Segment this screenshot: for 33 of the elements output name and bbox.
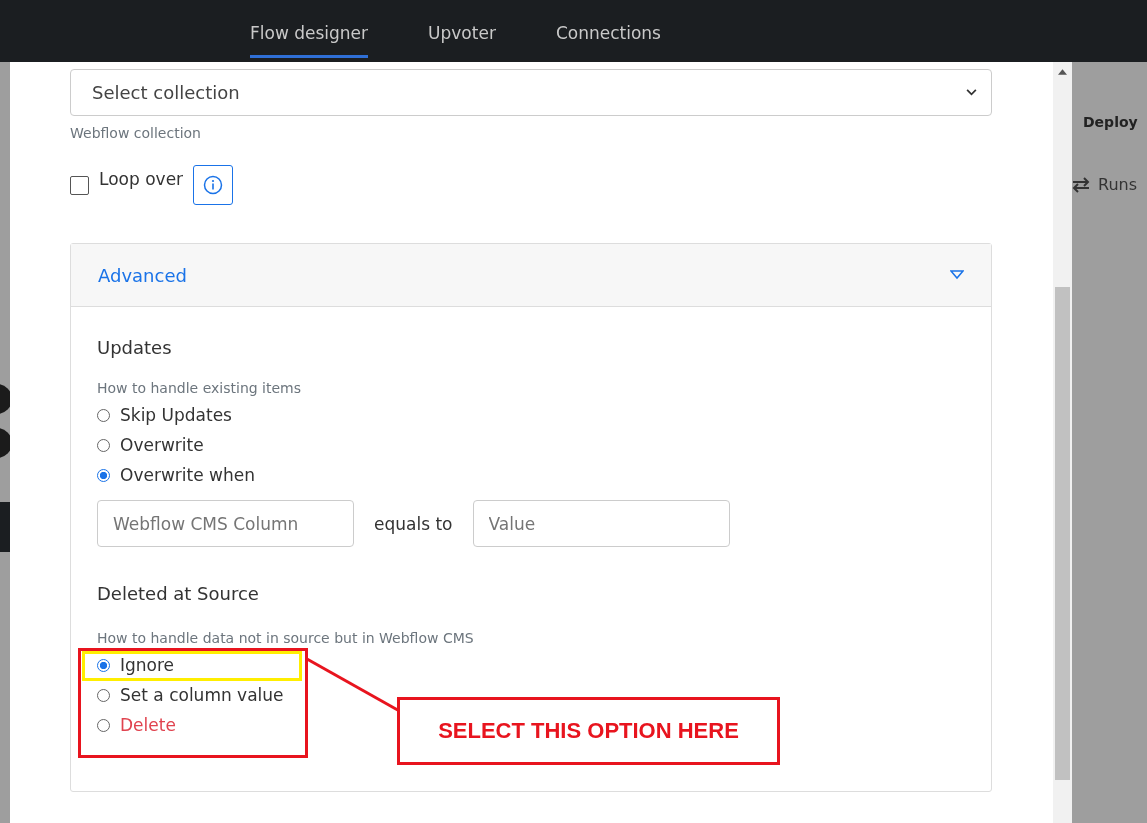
field-hint: How to handle data not in source but in Webflow CMS — [97, 630, 475, 646]
radio-option[interactable]: Overwrite when — [97, 460, 255, 490]
radio-option[interactable]: Delete — [97, 710, 176, 740]
info-button[interactable] — [193, 165, 234, 205]
radio-option[interactable]: Set a column value — [97, 680, 284, 710]
triangle-down-icon — [950, 270, 964, 280]
info-icon — [203, 175, 224, 195]
dark-bar — [0, 502, 10, 552]
collection-select[interactable]: Select collection — [70, 69, 992, 116]
scrollbar[interactable] — [1053, 62, 1072, 823]
connector-text: equals to — [374, 513, 453, 534]
scroll-up-icon[interactable] — [1058, 69, 1067, 75]
deploy-button[interactable]: Deploy — [1083, 114, 1147, 130]
radio-option[interactable]: Ignore — [97, 650, 175, 680]
scrollbar-thumb[interactable] — [1055, 287, 1070, 780]
annotation-callout: SELECT THIS OPTION HERE — [397, 697, 780, 765]
nav-tab[interactable]: Flow designer — [250, 0, 369, 58]
field-hint: How to handle existing items — [97, 380, 302, 396]
nav-tab[interactable]: Upvoter — [428, 0, 496, 58]
accordion-header[interactable]: Advanced — [71, 244, 991, 307]
column-input-field[interactable]: Webflow CMS Column — [97, 500, 354, 547]
swap-arrows-icon — [1072, 176, 1090, 193]
section-title: Deleted at Source — [97, 583, 260, 604]
field-hint: Webflow collection — [70, 125, 202, 141]
radio-option[interactable]: Skip Updates — [97, 400, 232, 430]
section-title: Updates — [97, 337, 173, 358]
value-input-field[interactable]: Value — [472, 500, 730, 547]
checkbox[interactable] — [70, 175, 89, 195]
chevron-down-icon — [966, 89, 977, 96]
nav-tab[interactable]: Connections — [555, 0, 661, 58]
radio-option[interactable]: Overwrite — [97, 430, 204, 460]
runs-tab[interactable]: Runs — [1098, 175, 1137, 194]
checkbox-label: Loop over — [99, 169, 184, 189]
